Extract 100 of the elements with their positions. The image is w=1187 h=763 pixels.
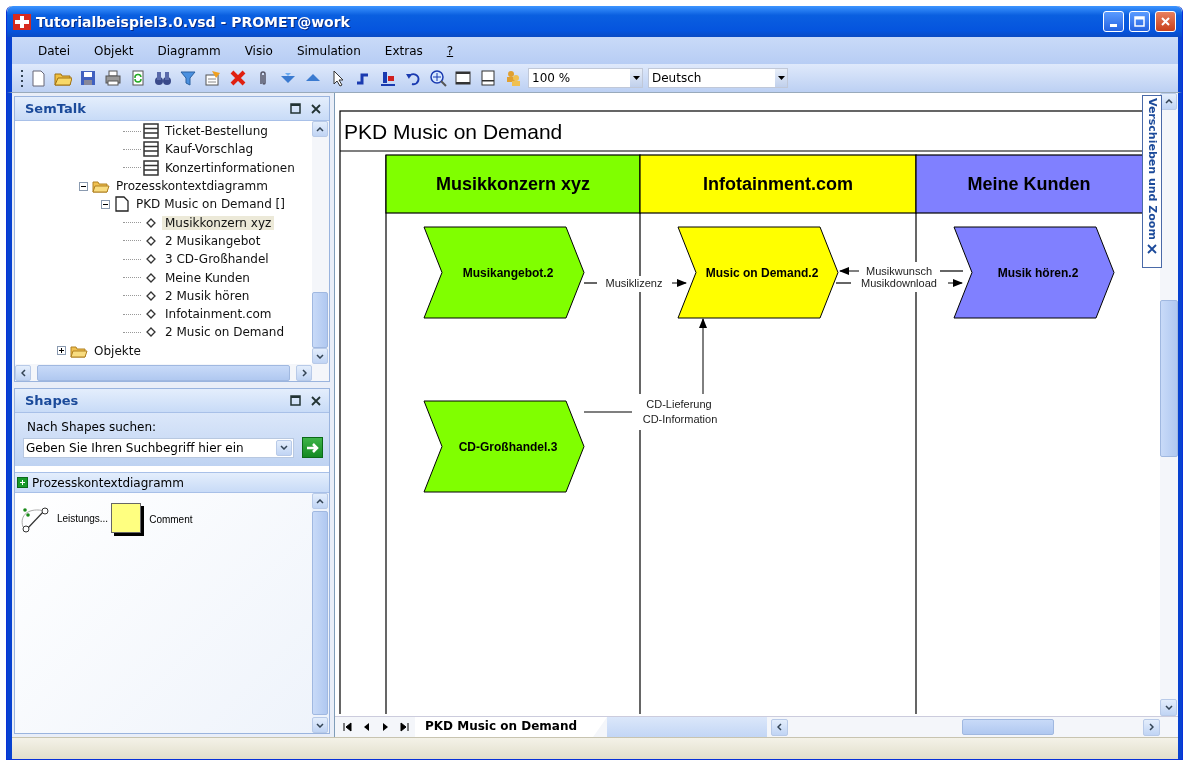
panel-icon <box>479 69 497 87</box>
connector-line <box>583 282 598 284</box>
scroll-down-button[interactable] <box>312 348 328 364</box>
tree-item[interactable]: 2 Music on Demand <box>162 325 288 340</box>
restore-icon[interactable] <box>290 395 301 406</box>
scroll-right-button[interactable] <box>296 364 312 381</box>
scroll-left-button[interactable] <box>771 718 789 736</box>
pan-zoom-tab[interactable]: Verschieben und Zoom <box>1142 95 1162 268</box>
language-dropdown[interactable]: Deutsch <box>648 68 788 88</box>
page-icon <box>114 196 130 213</box>
diagram-title: PKD Music on Demand <box>344 120 563 143</box>
menu-item[interactable]: Diagramm <box>145 43 233 58</box>
tree-item[interactable]: Kauf-Vorschlag <box>162 142 257 157</box>
table-icon <box>143 123 159 140</box>
search-field[interactable]: Geben Sie Ihren Suchbegriff hier ein <box>23 437 294 458</box>
toolbar-button[interactable] <box>428 68 448 88</box>
page-tab[interactable]: PKD Music on Demand <box>415 717 608 737</box>
close-icon <box>1160 16 1171 27</box>
lane-header: Infotainment.com <box>639 154 917 214</box>
connector-label: Musiklizenz <box>605 277 663 289</box>
chevron-down-icon <box>316 722 324 728</box>
scroll-down-button[interactable] <box>1160 699 1177 716</box>
toolbar-button[interactable] <box>453 68 473 88</box>
collapse-toggle[interactable] <box>79 181 88 191</box>
connector-label: CD-Lieferung <box>646 398 712 410</box>
close-icon[interactable] <box>311 103 321 114</box>
search-go-button[interactable] <box>302 437 323 458</box>
tree-item[interactable]: Konzertinformationen <box>162 160 298 175</box>
shape-label[interactable]: Comment <box>149 514 193 525</box>
menu-item[interactable]: Extras <box>372 43 435 58</box>
tree-item[interactable]: 2 Musikangebot <box>162 233 264 248</box>
funnel-icon <box>179 69 197 87</box>
chevron-up-icon <box>316 126 324 132</box>
align-icon <box>379 69 397 87</box>
chevron-up-icon <box>1164 99 1173 104</box>
maximize-button[interactable] <box>1129 11 1150 32</box>
app-icon <box>13 13 31 30</box>
panel-title: SemTalk <box>25 101 87 116</box>
binoculars-icon <box>154 69 172 87</box>
tree-item[interactable]: Objekte <box>91 343 144 358</box>
chevron-down-icon <box>1164 705 1173 710</box>
last-page-icon[interactable] <box>400 722 409 732</box>
tree-item[interactable]: PKD Music on Demand [] <box>133 197 288 212</box>
menu-item[interactable]: Simulation <box>284 43 373 58</box>
users-icon <box>504 69 522 87</box>
restore-icon[interactable] <box>290 103 301 114</box>
chevron-left-icon <box>777 723 783 731</box>
tree-item[interactable]: 2 Musik hören <box>162 288 253 303</box>
first-page-icon[interactable] <box>343 722 352 732</box>
connector-label: Musikwunsch <box>866 265 932 277</box>
scroll-down-button[interactable] <box>312 717 328 733</box>
chevron-left-icon <box>20 368 26 377</box>
close-icon[interactable] <box>311 395 321 406</box>
grip-icon <box>20 69 23 87</box>
toolbar-button[interactable] <box>78 68 98 88</box>
expand-toggle[interactable] <box>57 346 66 356</box>
tree-item[interactable]: Meine Kunden <box>162 270 253 285</box>
shape-label[interactable]: Leistungs... <box>57 512 109 524</box>
panel-title: Shapes <box>25 393 80 408</box>
tree-item[interactable]: Prozesskontextdiagramm <box>113 179 271 194</box>
frame-icon <box>454 69 472 87</box>
scroll-left-button[interactable] <box>15 364 31 381</box>
minimize-icon <box>1110 24 1117 27</box>
scroll-up-button[interactable] <box>312 493 328 509</box>
search-label: Nach Shapes suchen: <box>27 420 158 434</box>
collapse-toggle[interactable] <box>101 199 110 209</box>
connector-line <box>835 282 852 284</box>
dropdown-arrow-icon[interactable] <box>632 76 640 80</box>
minimize-button[interactable] <box>1103 11 1124 32</box>
previous-page-icon[interactable] <box>362 722 371 732</box>
stencil-title: Prozesskontextdiagramm <box>32 475 184 490</box>
note-shape-icon <box>111 503 146 536</box>
lane-header: Musikkonzern xyz <box>385 154 641 214</box>
properties-icon <box>204 69 222 87</box>
menu-item[interactable]: ? <box>434 43 466 58</box>
tree-item[interactable]: 3 CD-Großhandel <box>162 252 272 267</box>
connector-arrow <box>671 279 687 287</box>
stencil-icon <box>17 477 28 488</box>
menu-item[interactable]: Datei <box>26 43 82 58</box>
arrow-right-icon <box>305 441 320 454</box>
zoom-icon <box>429 69 447 87</box>
tree-item[interactable]: Musikkonzern xyz <box>162 215 275 230</box>
dropdown-arrow-icon[interactable] <box>777 76 785 80</box>
table-icon <box>143 141 159 158</box>
tree-item[interactable]: Infotainment.com <box>162 307 275 322</box>
zoom-dropdown[interactable]: 100 % <box>528 68 643 88</box>
connector-label: Musikdownload <box>861 277 937 289</box>
menu-item[interactable]: Visio <box>232 43 285 58</box>
tree-item[interactable]: Ticket-Bestellung <box>162 124 271 139</box>
menu-item[interactable]: Objekt <box>82 43 146 58</box>
scroll-right-button[interactable] <box>1143 718 1160 736</box>
toolbar-button[interactable] <box>478 68 498 88</box>
folder-icon <box>92 178 110 195</box>
scroll-up-button[interactable] <box>312 121 328 137</box>
connector-arrow <box>839 267 860 275</box>
close-button[interactable] <box>1155 11 1176 32</box>
connector-arrow <box>947 279 963 287</box>
close-icon[interactable] <box>1147 243 1157 254</box>
refresh-page-icon <box>129 69 147 87</box>
next-page-icon[interactable] <box>381 722 390 732</box>
